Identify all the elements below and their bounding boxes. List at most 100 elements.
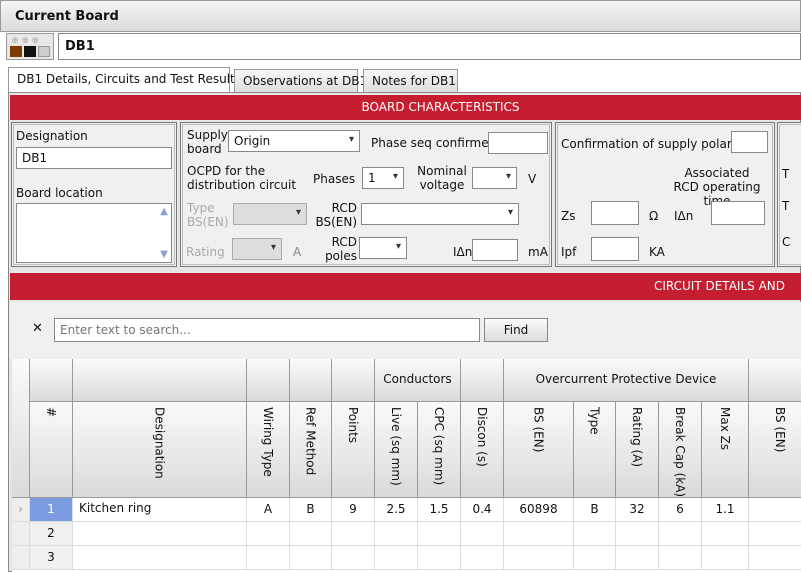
column-header-ocpd-type[interactable]: Type <box>574 402 616 498</box>
cell-max-zs[interactable]: 1.1 <box>702 498 749 522</box>
column-header-ref-method[interactable]: Ref Method <box>290 402 332 498</box>
column-header-ocpd-rating[interactable]: Rating (A) <box>616 402 659 498</box>
idn-input[interactable] <box>472 239 518 261</box>
cell-ocpd-type[interactable] <box>574 546 616 570</box>
cell-max-zs[interactable] <box>702 522 749 546</box>
cell-ref-method[interactable] <box>290 546 332 570</box>
tab-observations[interactable]: Observations at DB1 <box>234 69 367 92</box>
circuits-grid: Conductors Overcurrent Protective Device #… <box>12 359 801 572</box>
column-header-label: Live (sq mm) <box>389 407 403 486</box>
row-number[interactable]: 2 <box>30 522 73 546</box>
row-selector[interactable] <box>12 546 30 570</box>
column-header-discon[interactable]: Discon (s) <box>461 402 504 498</box>
cell-ocpd-rating[interactable] <box>616 522 659 546</box>
cell-bs-en[interactable] <box>749 522 801 546</box>
column-header-ocpd-bs[interactable]: BS (EN) <box>504 402 574 498</box>
cell-live[interactable] <box>375 546 418 570</box>
cell-ocpd-type[interactable] <box>574 522 616 546</box>
rcd-poles-select[interactable] <box>359 237 407 259</box>
cell-discon[interactable]: 0.4 <box>461 498 504 522</box>
cell-break-cap[interactable] <box>659 522 702 546</box>
type-bs-select[interactable] <box>233 203 307 225</box>
clear-search-icon[interactable]: ✕ <box>32 321 43 336</box>
cell-cpc[interactable]: 1.5 <box>418 498 461 522</box>
phases-label: Phases <box>313 172 356 186</box>
row-selector[interactable] <box>12 522 30 546</box>
cell-ocpd-bs[interactable] <box>504 522 574 546</box>
phase-seq-label: Phase seq confirmed <box>371 136 497 150</box>
cell-points[interactable] <box>332 546 375 570</box>
tab-notes[interactable]: Notes for DB1 <box>363 69 458 92</box>
column-header-label: Designation <box>152 407 167 479</box>
cell-bs-en[interactable] <box>749 546 801 570</box>
column-header-bs-en[interactable]: BS (EN) <box>749 402 801 498</box>
column-header-wiring-type[interactable]: Wiring Type <box>247 402 290 498</box>
row-number[interactable]: 1 <box>30 498 73 522</box>
rcd-bs-select[interactable] <box>361 203 519 225</box>
rcd-time-input[interactable] <box>711 201 765 225</box>
column-header-designation[interactable]: Designation <box>73 402 247 498</box>
cell-discon[interactable] <box>461 546 504 570</box>
cell-discon[interactable] <box>461 522 504 546</box>
designation-label: Designation <box>16 129 88 143</box>
row-selector[interactable]: › <box>12 498 30 522</box>
column-header-label: Type <box>587 407 602 435</box>
cell-ocpd-bs[interactable] <box>504 546 574 570</box>
circuit-details-header: CIRCUIT DETAILS AND <box>10 273 801 300</box>
cell-points[interactable]: 9 <box>332 498 375 522</box>
board-name-field[interactable]: DB1 <box>58 33 801 60</box>
column-header-break-cap[interactable]: Break Cap (kA) <box>659 402 702 498</box>
find-button[interactable]: Find <box>484 318 548 342</box>
cell-cpc[interactable] <box>418 546 461 570</box>
column-header-points[interactable]: Points <box>332 402 375 498</box>
ipf-input[interactable] <box>591 237 639 261</box>
group-header-blank <box>73 359 247 402</box>
cell-points[interactable] <box>332 522 375 546</box>
column-header-live[interactable]: Live (sq mm) <box>375 402 418 498</box>
rating-select[interactable] <box>232 238 282 260</box>
tab-details[interactable]: DB1 Details, Circuits and Test Results <box>8 67 241 93</box>
column-header-max-zs[interactable]: Max Zs <box>702 402 749 498</box>
zs-unit: Ω <box>649 209 659 223</box>
supply-section: Supply board Origin Phase seq confirmed … <box>180 122 552 267</box>
phases-select[interactable]: 1 <box>362 167 404 189</box>
polarity-input[interactable] <box>731 131 768 153</box>
supply-board-label: Supply board <box>187 128 228 156</box>
cell-ocpd-rating[interactable]: 32 <box>616 498 659 522</box>
search-input[interactable] <box>54 318 480 342</box>
zs-input[interactable] <box>591 201 639 225</box>
cell-max-zs[interactable] <box>702 546 749 570</box>
supply-board-select[interactable]: Origin <box>228 130 360 152</box>
column-header-num[interactable]: # <box>30 402 73 498</box>
cell-wiring-type[interactable]: A <box>247 498 290 522</box>
cell-wiring-type[interactable] <box>247 522 290 546</box>
cell-ref-method[interactable] <box>290 522 332 546</box>
row-selector-header <box>12 359 30 498</box>
cell-live[interactable]: 2.5 <box>375 498 418 522</box>
cell-bs-en[interactable] <box>749 498 801 522</box>
cell-break-cap[interactable] <box>659 546 702 570</box>
cell-break-cap[interactable]: 6 <box>659 498 702 522</box>
column-header-label: Max Zs <box>718 407 732 451</box>
column-header-cpc[interactable]: CPC (sq mm) <box>418 402 461 498</box>
board-location-label: Board location <box>16 186 103 200</box>
cut-label: T <box>782 167 790 181</box>
phase-seq-input[interactable] <box>488 132 548 154</box>
scroll-up-icon[interactable]: ▲ <box>160 206 168 217</box>
cell-live[interactable] <box>375 522 418 546</box>
row-number[interactable]: 3 <box>30 546 73 570</box>
board-location-input[interactable]: ▲ ▼ <box>16 203 172 263</box>
cell-cpc[interactable] <box>418 522 461 546</box>
cell-ocpd-type[interactable]: B <box>574 498 616 522</box>
cell-wiring-type[interactable] <box>247 546 290 570</box>
cell-ocpd-bs[interactable]: 60898 <box>504 498 574 522</box>
scroll-down-icon[interactable]: ▼ <box>160 249 168 260</box>
cell-designation[interactable]: Kitchen ring <box>73 498 247 522</box>
cell-ocpd-rating[interactable] <box>616 546 659 570</box>
cell-designation[interactable] <box>73 522 247 546</box>
nominal-voltage-select[interactable] <box>472 167 517 189</box>
cell-designation[interactable] <box>73 546 247 570</box>
column-header-label: Wiring Type <box>261 407 275 477</box>
designation-input[interactable]: DB1 <box>16 147 172 169</box>
cell-ref-method[interactable]: B <box>290 498 332 522</box>
